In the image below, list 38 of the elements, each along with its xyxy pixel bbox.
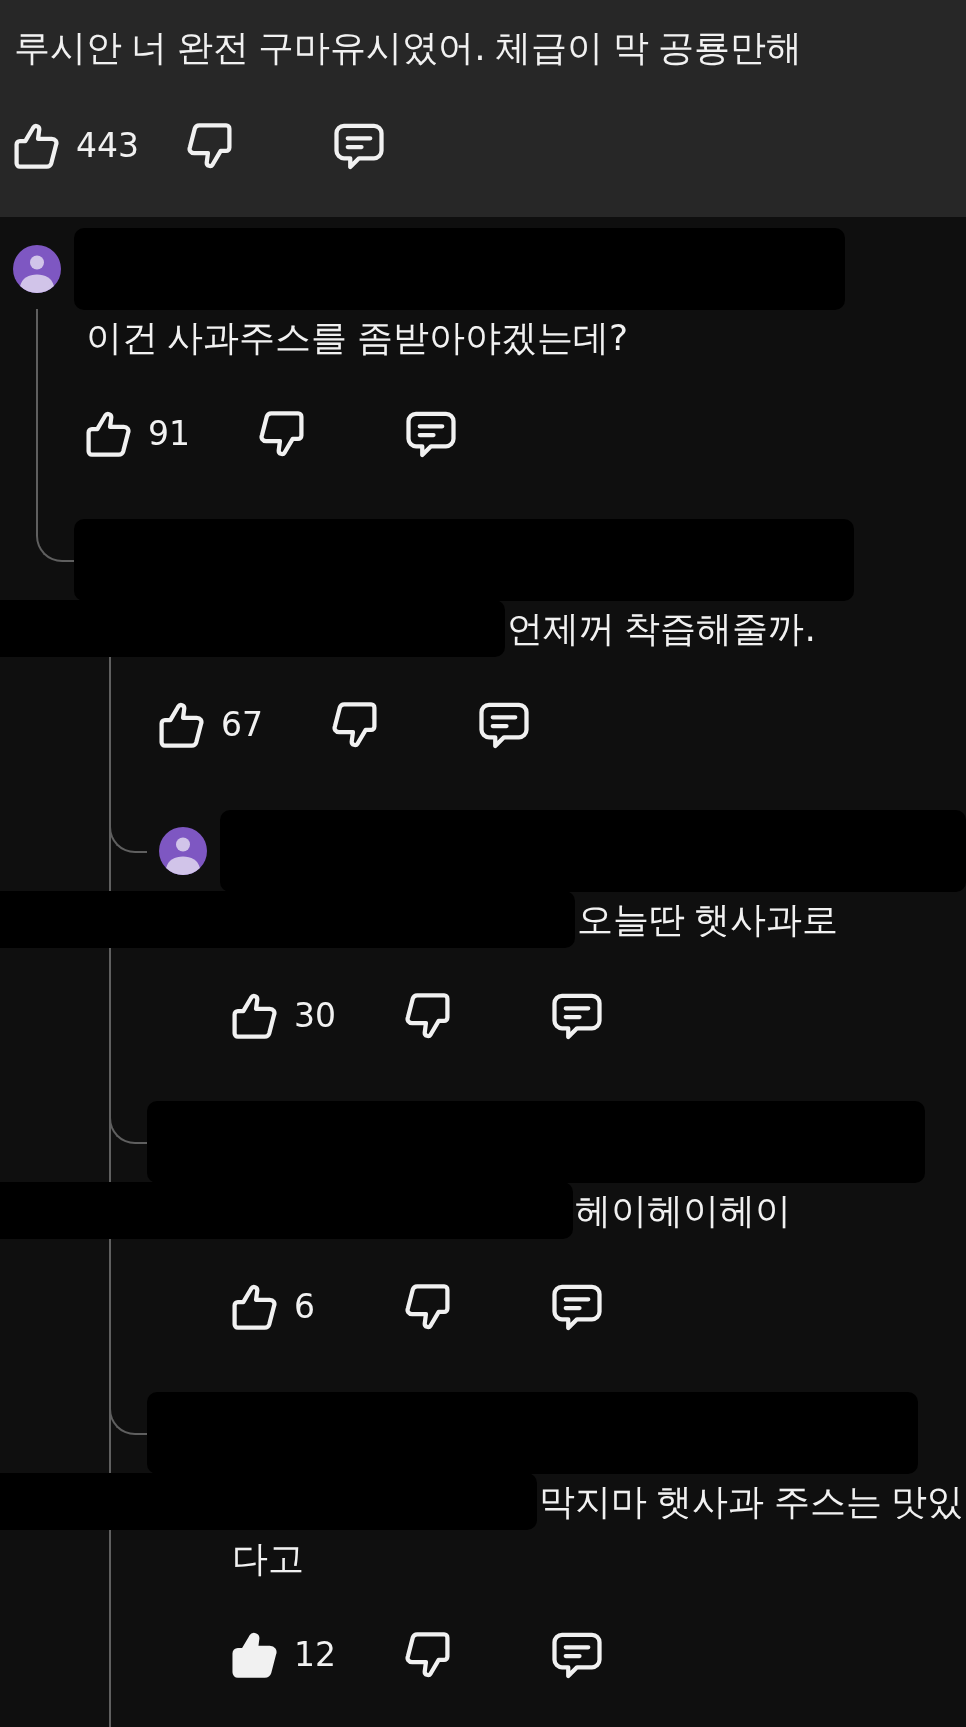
avatar-icon[interactable] (159, 827, 207, 875)
dislike-button[interactable] (331, 701, 377, 749)
thumbs-down-icon (331, 702, 377, 748)
comment-icon (552, 1631, 602, 1679)
reply-button[interactable] (552, 1283, 602, 1331)
reply-button[interactable] (552, 992, 602, 1040)
like-button[interactable]: 91 (86, 410, 190, 458)
comment-icon (552, 1283, 602, 1331)
like-button[interactable]: 443 (14, 122, 139, 170)
comment-text: 이건 사과주스를 좀받아야겠는데? (86, 317, 628, 358)
comment-icon (552, 992, 602, 1040)
thumbs-down-icon (258, 411, 304, 457)
comment-text: 루시안 너 완전 구마유시였어. 체급이 막 공룡만해 (14, 26, 804, 70)
comment-text: 오늘딴 햇사과로 (577, 899, 839, 940)
comment-icon (479, 701, 529, 749)
thumbs-down-icon (404, 1632, 450, 1678)
comment-text: 헤이헤이헤이 (575, 1190, 791, 1231)
dislike-button[interactable] (186, 122, 232, 170)
comment-text: 막지마 햇사과 주스는 맛있다고 (232, 1481, 964, 1579)
like-button[interactable]: 30 (232, 992, 336, 1040)
thumbs-down-icon (404, 993, 450, 1039)
reply-button[interactable] (334, 122, 384, 170)
comment-text: 언제꺼 착즙해줄까. (507, 608, 816, 649)
dislike-button[interactable] (404, 1631, 450, 1679)
like-button[interactable]: 67 (159, 701, 263, 749)
thumbs-down-icon (186, 123, 232, 169)
thumbs-down-icon (404, 1284, 450, 1330)
reply-button[interactable] (406, 410, 456, 458)
like-button[interactable]: 12 (232, 1631, 336, 1679)
comment-icon (334, 122, 384, 170)
dislike-button[interactable] (404, 992, 450, 1040)
dislike-button[interactable] (404, 1283, 450, 1331)
comment-icon (406, 410, 456, 458)
reply-button[interactable] (479, 701, 529, 749)
like-button[interactable]: 6 (232, 1283, 315, 1331)
reply-button[interactable] (552, 1631, 602, 1679)
dislike-button[interactable] (258, 410, 304, 458)
avatar-icon[interactable] (13, 245, 61, 293)
